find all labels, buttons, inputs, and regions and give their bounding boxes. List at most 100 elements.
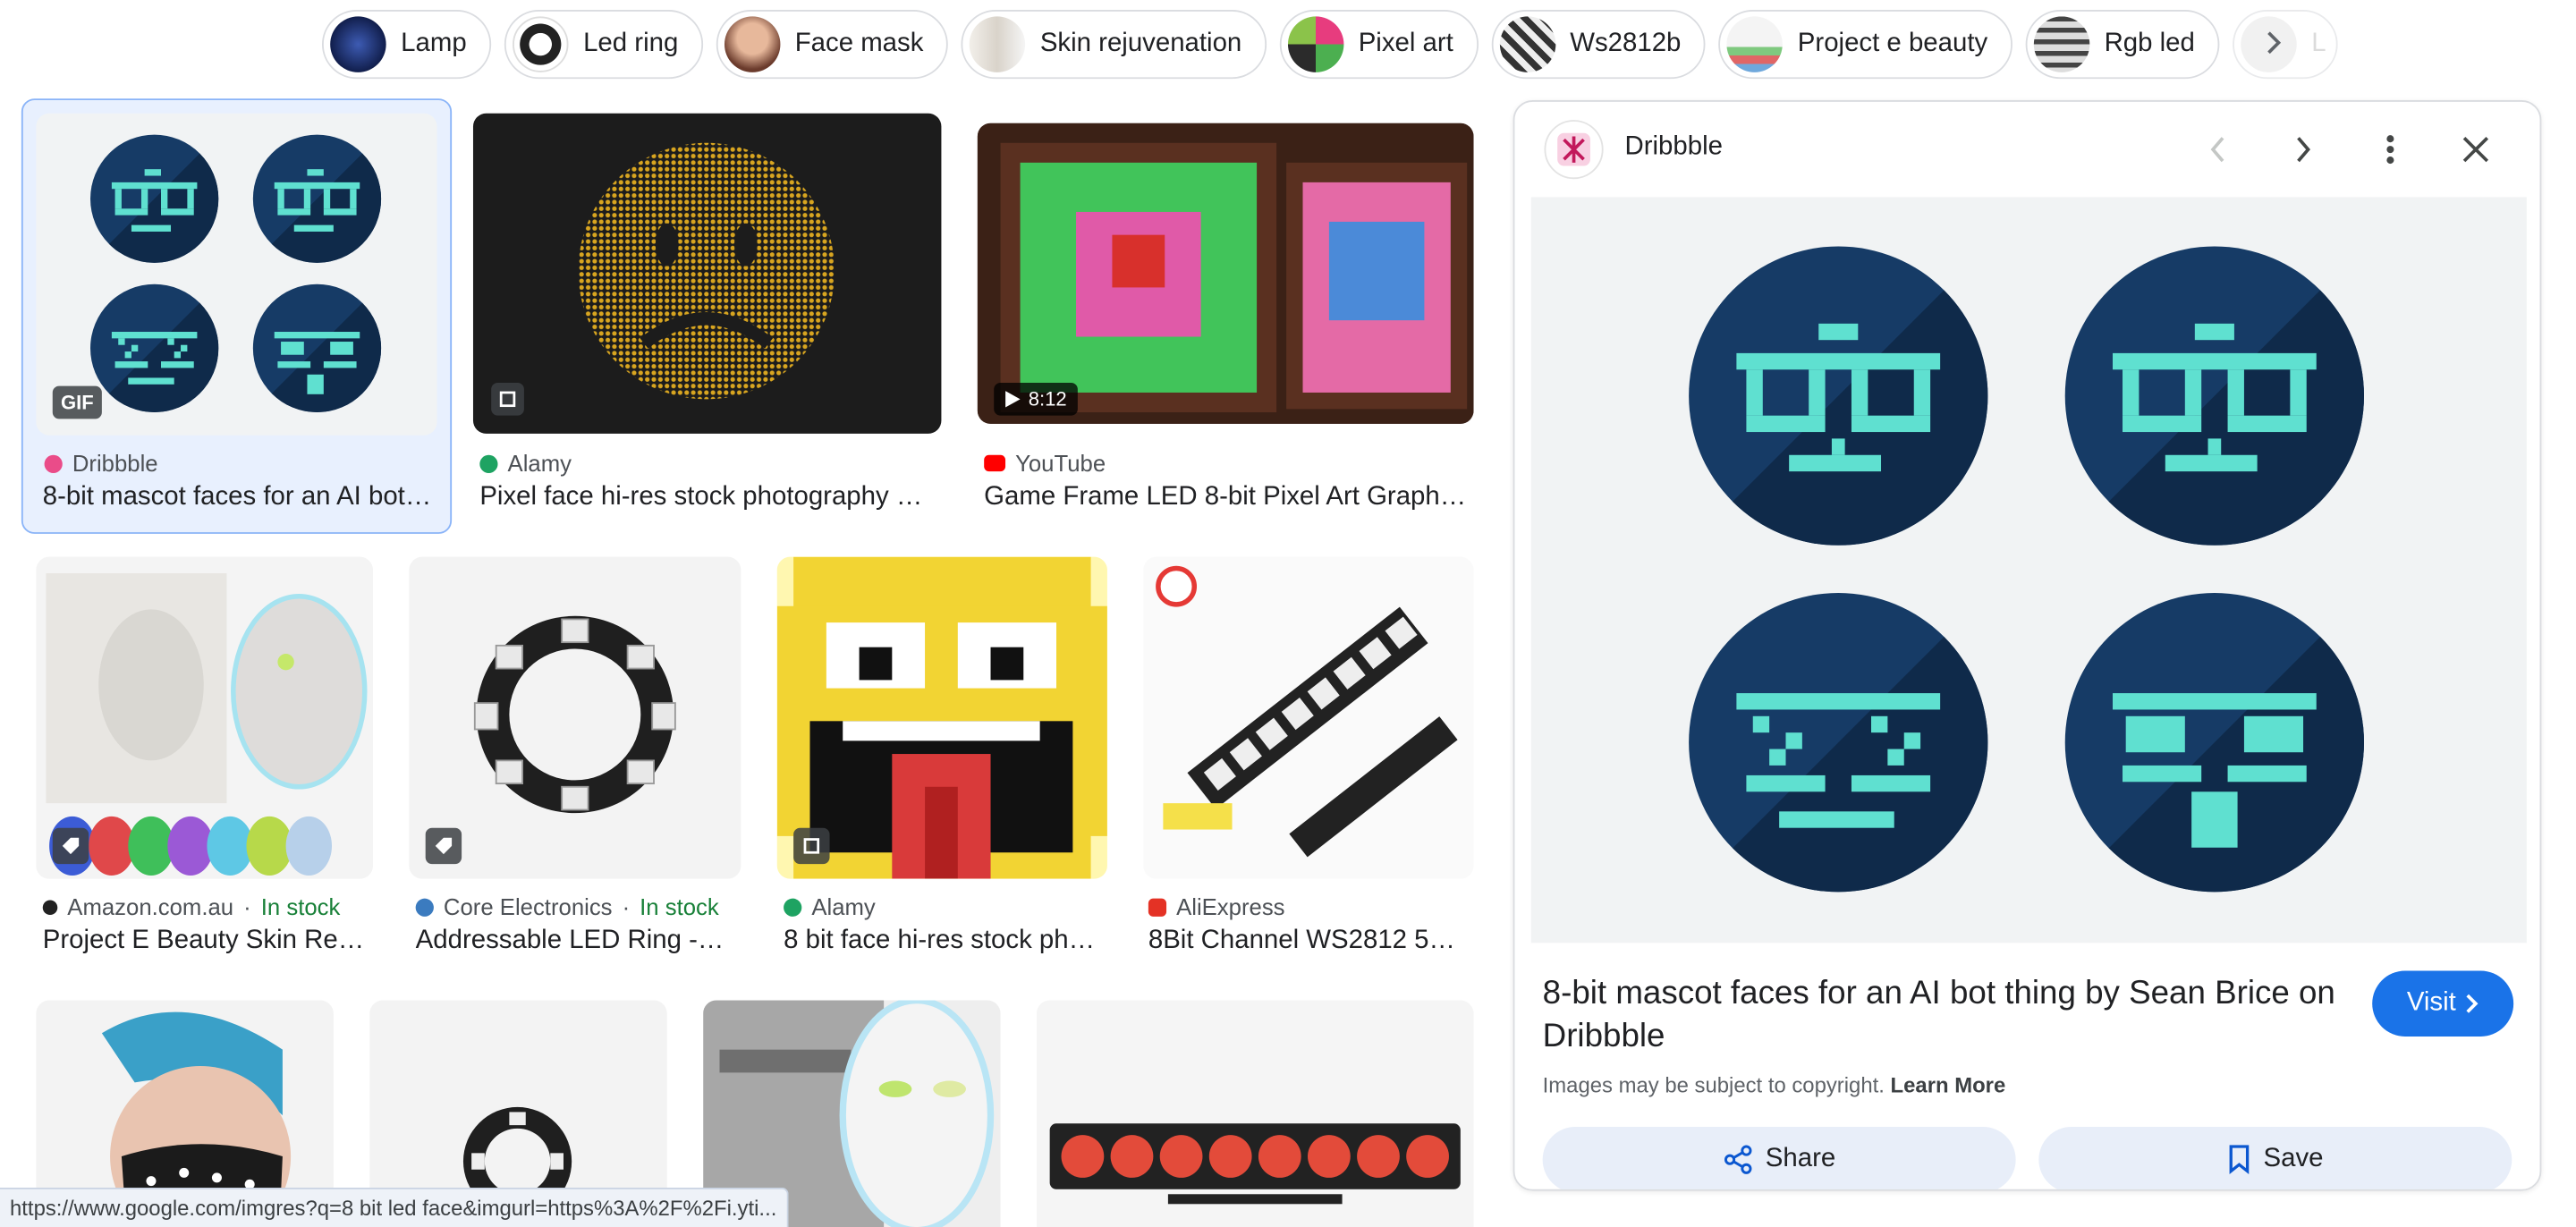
source-name: Alamy	[507, 450, 572, 477]
result-title[interactable]: Addressable LED Ring - WS2812B	[416, 927, 732, 956]
preview-image[interactable]	[1530, 197, 2527, 944]
share-label: Share	[1765, 1145, 1836, 1173]
youtube-favicon-icon	[984, 454, 1006, 472]
save-label: Save	[2263, 1145, 2324, 1173]
result-image[interactable]	[1143, 556, 1474, 879]
alamy-favicon-icon	[784, 897, 802, 916]
result-source: Dribbble	[44, 450, 158, 477]
separator: ·	[243, 893, 251, 920]
share-button[interactable]: Share	[1542, 1126, 2016, 1189]
result-image[interactable]	[472, 113, 942, 434]
close-icon[interactable]	[2456, 130, 2496, 169]
chevron-right-icon	[2466, 994, 2479, 1013]
chip-thumbnail	[2033, 16, 2090, 72]
shopping-tag-icon	[425, 827, 462, 865]
chip-led-ring[interactable]: Led ring	[504, 10, 703, 80]
copyright-text: Images may be subject to copyright.	[1542, 1072, 1885, 1097]
chip-project-e-beauty[interactable]: Project e beauty	[1718, 10, 2012, 80]
preview-header: Dribbble	[1514, 102, 2539, 198]
source-name: Alamy	[811, 893, 876, 920]
result-image[interactable]	[1036, 1000, 1474, 1227]
chip-pixel-art[interactable]: Pixel art	[1279, 10, 1479, 80]
led-strip-module-thumbnail	[1143, 556, 1474, 879]
aliexpress-favicon-icon	[1148, 897, 1167, 916]
result-title[interactable]: Project E Beauty Skin Rejuvenation Mask	[43, 927, 369, 956]
chip-label: Lamp	[401, 30, 467, 58]
chip-label: Led ring	[583, 30, 679, 58]
chip-thumbnail	[513, 16, 569, 72]
result-source: Alamy	[784, 893, 876, 920]
image-tag-icon	[491, 382, 524, 416]
source-name: Core Electronics	[443, 893, 613, 920]
chip-face-mask[interactable]: Face mask	[716, 10, 948, 80]
preview-site-name[interactable]: Dribbble	[1624, 133, 1722, 163]
chip-thumbnail	[1499, 16, 1555, 72]
chevron-right-icon[interactable]	[2284, 130, 2323, 169]
source-name: Dribbble	[72, 450, 158, 477]
chip-label: Project e beauty	[1797, 30, 1988, 58]
mascot-faces-large-image	[1689, 246, 2365, 893]
preview-title[interactable]: 8-bit mascot faces for an AI bot thing b…	[1543, 972, 2348, 1058]
red-led-bar-thumbnail	[1049, 1123, 1461, 1205]
preview-panel: Dribbble 8-bit mascot faces for an AI bo…	[1513, 100, 2542, 1191]
source-name: YouTube	[1015, 450, 1106, 477]
chevron-right-icon[interactable]	[2254, 23, 2293, 63]
chip-thumbnail	[330, 16, 386, 72]
result-image[interactable]	[977, 123, 1474, 424]
result-source: YouTube	[984, 450, 1106, 477]
chip-ws2812b[interactable]: Ws2812b	[1491, 10, 1706, 80]
result-title[interactable]: Pixel face hi-res stock photography and …	[479, 483, 936, 512]
chip-label: L	[2311, 30, 2326, 58]
chevron-left-icon[interactable]	[2199, 130, 2238, 169]
sad-face-led-thumbnail	[578, 142, 835, 400]
more-vert-icon[interactable]	[2370, 130, 2410, 169]
save-button[interactable]: Save	[2038, 1126, 2512, 1189]
page-root: Lamp Led ring Face mask Skin rejuvenatio…	[0, 0, 2576, 1227]
result-title[interactable]: 8 bit face hi-res stock photography	[784, 927, 1099, 956]
chip-label: Pixel art	[1358, 30, 1453, 58]
chip-lamp[interactable]: Lamp	[321, 10, 492, 80]
alamy-favicon-icon	[479, 453, 498, 473]
shopping-tag-icon	[52, 827, 89, 865]
copyright-notice: Images may be subject to copyright. Lear…	[1543, 1072, 2006, 1097]
stock-status: In stock	[260, 893, 341, 920]
dribbble-logo-icon[interactable]	[1544, 120, 1604, 180]
chip-thumbnail	[1726, 16, 1784, 72]
visit-button[interactable]: Visit	[2372, 970, 2514, 1037]
link-status-bar: https://www.google.com/imgres?q=8 bit le…	[0, 1187, 789, 1227]
chip-thumbnail	[724, 16, 781, 72]
source-name: Amazon.com.au	[67, 893, 234, 920]
result-source: Amazon.com.au · In stock	[42, 893, 341, 920]
game-frame-thumbnail	[977, 123, 1474, 424]
result-title[interactable]: Game Frame LED 8-bit Pixel Art Graphics	[984, 483, 1470, 512]
result-source: Alamy	[479, 450, 572, 477]
related-chips: Lamp Led ring Face mask Skin rejuvenatio…	[321, 10, 2338, 80]
share-icon	[1724, 1145, 1751, 1174]
result-title[interactable]: 8Bit Channel WS2812 5050 RGB	[1148, 927, 1467, 956]
chip-thumbnail	[969, 16, 1026, 72]
amazon-favicon-icon	[42, 899, 58, 915]
gif-badge: GIF	[52, 385, 102, 419]
chip-label: Ws2812b	[1570, 30, 1682, 58]
chip-label: Rgb led	[2104, 30, 2195, 58]
chip-label: Face mask	[794, 30, 924, 58]
source-name: AliExpress	[1176, 893, 1285, 920]
result-source: AliExpress	[1148, 893, 1285, 920]
duration-text: 8:12	[1028, 387, 1067, 411]
bookmark-icon	[2229, 1145, 2249, 1175]
result-source: Core Electronics · In stock	[415, 893, 719, 920]
chip-rgb-led[interactable]: Rgb led	[2025, 10, 2220, 80]
chip-label: Skin rejuvenation	[1039, 30, 1242, 58]
core-electronics-favicon-icon	[415, 897, 434, 916]
result-title[interactable]: 8-bit mascot faces for an AI bot thing b…	[43, 483, 434, 512]
stock-status: In stock	[640, 893, 719, 920]
visit-label: Visit	[2406, 988, 2456, 1017]
image-tag-icon	[793, 827, 830, 865]
chip-thumbnail	[1287, 16, 1344, 72]
dribbble-favicon-icon	[44, 453, 63, 473]
chip-skin-rejuvenation[interactable]: Skin rejuvenation	[961, 10, 1267, 80]
learn-more-link[interactable]: Learn More	[1891, 1072, 2006, 1097]
play-icon	[1005, 391, 1021, 408]
separator: ·	[622, 893, 631, 920]
video-duration: 8:12	[994, 382, 1079, 416]
